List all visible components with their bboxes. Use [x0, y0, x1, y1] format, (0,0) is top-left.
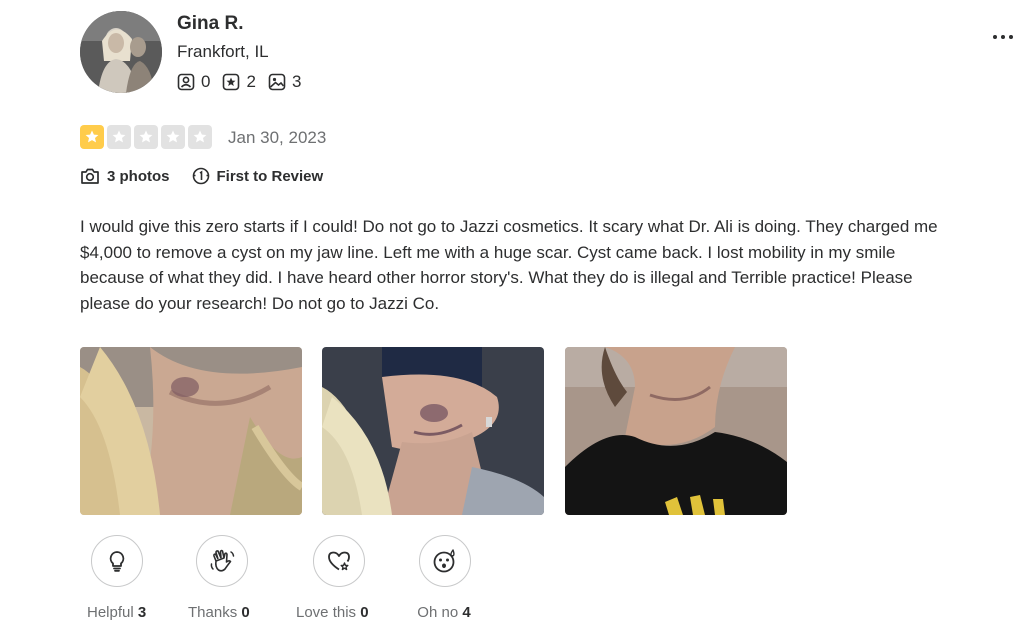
first-to-review-label: First to Review: [216, 167, 324, 185]
reaction-count: 0: [360, 604, 369, 621]
star-icon: [139, 130, 153, 143]
photo-icon: [268, 73, 286, 91]
surprised-face-icon: [433, 549, 455, 573]
star-icon: [85, 130, 99, 143]
star-empty: [134, 125, 158, 149]
star-empty: [161, 125, 185, 149]
friends-count: 0: [201, 72, 211, 91]
reaction-label: Helpful 3: [87, 604, 147, 621]
more-dot-icon: [1001, 35, 1005, 39]
heart-icon: [328, 551, 351, 571]
photos-stat: 3: [268, 72, 301, 92]
reviews-stat: 2: [222, 72, 256, 92]
review-star-icon: [223, 73, 240, 91]
photos-badge[interactable]: 3 photos: [80, 167, 170, 185]
more-options-button[interactable]: [988, 22, 1018, 52]
love-this-reaction-button[interactable]: Love this 0: [296, 535, 369, 621]
reaction-count: 0: [241, 604, 250, 621]
reaction-circle: [313, 535, 366, 587]
user-name[interactable]: Gina R.: [177, 13, 244, 35]
friends-stat: 0: [177, 72, 210, 92]
thanks-reaction-button[interactable]: Thanks 0: [188, 535, 250, 621]
user-avatar[interactable]: [80, 11, 162, 93]
reaction-circle: [90, 535, 143, 587]
reaction-label: Oh no 4: [417, 604, 471, 621]
photos-count: 3: [291, 72, 302, 91]
reaction-label: Thanks 0: [188, 604, 250, 621]
user-location: Frankfort, IL: [177, 42, 269, 61]
review-date: Jan 30, 2023: [228, 128, 327, 147]
star-empty: [107, 125, 131, 149]
friends-icon: [177, 73, 195, 91]
reaction-label: Love this 0: [296, 604, 369, 621]
helpful-reaction-button[interactable]: Helpful 3: [87, 535, 146, 621]
photos-badge-label: 3 photos: [107, 167, 170, 185]
camera-icon: [81, 168, 99, 184]
lightbulb-icon: [109, 551, 124, 572]
review-text: I would give this zero starts if I could…: [80, 217, 938, 313]
review-photo[interactable]: [80, 347, 302, 515]
star-empty: [188, 125, 212, 149]
star-icon: [112, 130, 126, 143]
first-to-review-badge: First to Review: [192, 167, 324, 185]
star-rating: [80, 125, 215, 149]
reviews-count: 2: [246, 72, 256, 91]
star-icon: [166, 130, 180, 143]
reaction-circle: [419, 535, 471, 587]
reaction-count: 3: [137, 604, 147, 621]
review-photo[interactable]: [322, 347, 544, 515]
star-icon: [193, 130, 207, 143]
waving-hand-icon: [211, 549, 235, 572]
user-stats: 0 2 3: [177, 72, 313, 92]
more-dot-icon: [993, 35, 997, 39]
reaction-count: 4: [462, 604, 471, 621]
more-dot-icon: [1009, 35, 1013, 39]
reaction-circle: [196, 535, 249, 587]
oh-no-reaction-button[interactable]: Oh no 4: [417, 535, 471, 621]
review-badges: 3 photos First to Review: [80, 167, 345, 185]
first-review-icon: [192, 167, 209, 185]
star-filled: [80, 125, 104, 149]
review-photo[interactable]: [565, 347, 787, 515]
